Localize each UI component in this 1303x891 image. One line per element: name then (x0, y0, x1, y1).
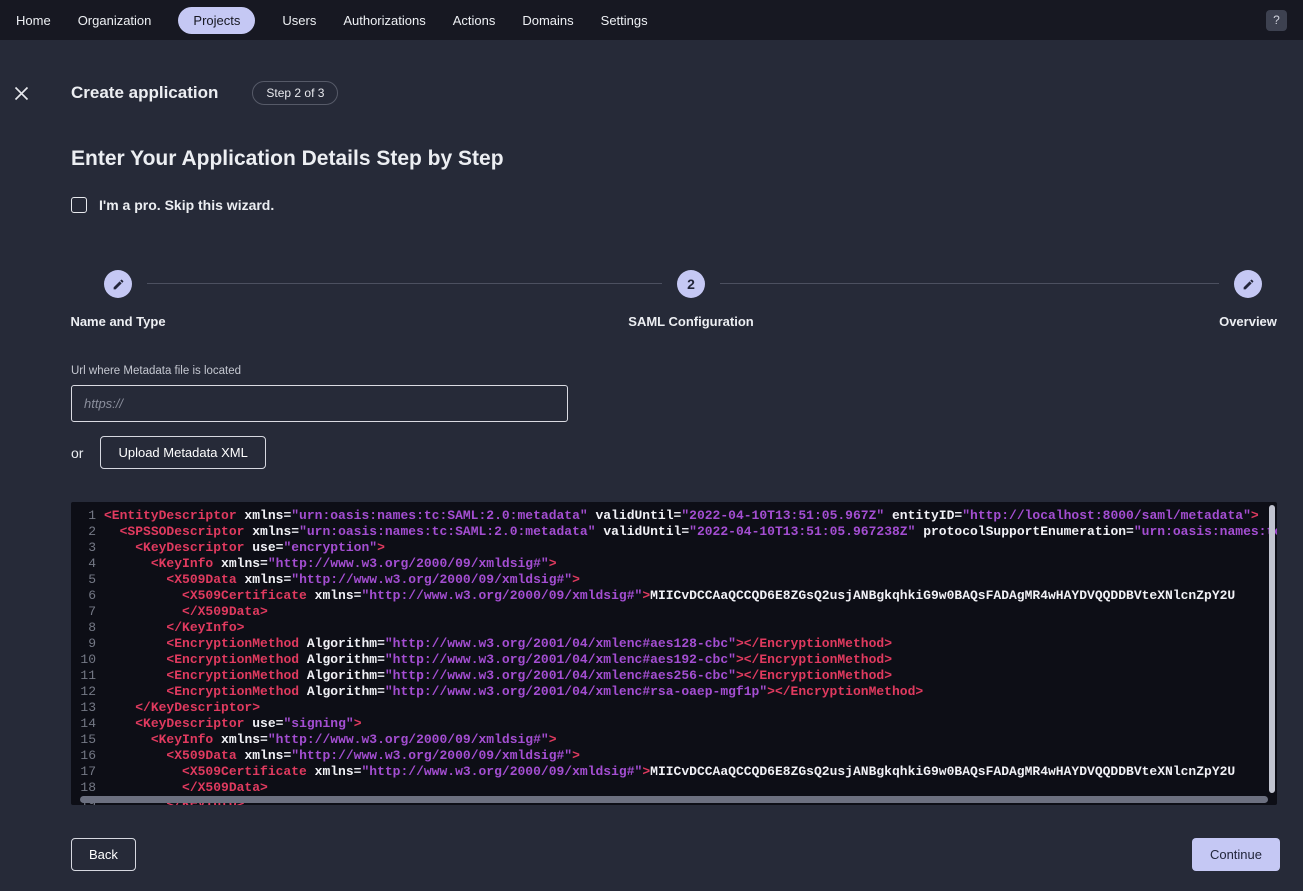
skip-wizard-row: I'm a pro. Skip this wizard. (71, 196, 1280, 213)
nav-item-organization[interactable]: Organization (78, 13, 152, 28)
line-number: 2 (77, 524, 96, 540)
metadata-code-editor[interactable]: 1 <EntityDescriptor xmlns="urn:oasis:name… (71, 502, 1277, 805)
line-content: <EncryptionMethod Algorithm="http://www.… (104, 636, 892, 652)
continue-button[interactable]: Continue (1192, 838, 1280, 871)
wizard-heading: Enter Your Application Details Step by S… (71, 147, 1280, 171)
top-nav: Home Organization Projects Users Authori… (0, 0, 1303, 40)
line-content: <KeyInfo xmlns="http://www.w3.org/2000/0… (104, 732, 557, 748)
step-number: 2 (687, 276, 695, 292)
step-badge: Step 2 of 3 (252, 81, 338, 105)
nav-item-authorizations[interactable]: Authorizations (343, 13, 425, 28)
close-button[interactable] (12, 84, 30, 102)
step-label-saml-configuration: SAML Configuration (628, 314, 753, 329)
line-content: <EncryptionMethod Algorithm="http://www.… (104, 684, 923, 700)
nav-item-settings[interactable]: Settings (601, 13, 648, 28)
line-content: <X509Certificate xmlns="http://www.w3.or… (104, 764, 1235, 780)
line-number: 5 (77, 572, 96, 588)
code-line: 9 <EncryptionMethod Algorithm="http://ww… (77, 636, 1277, 652)
line-number: 4 (77, 556, 96, 572)
line-number: 10 (77, 652, 96, 668)
line-content: <EntityDescriptor xmlns="urn:oasis:names… (104, 508, 1259, 524)
nav-item-domains[interactable]: Domains (522, 13, 573, 28)
code-line: 3 <KeyDescriptor use="encryption"> (77, 540, 1277, 556)
line-number: 16 (77, 748, 96, 764)
line-number: 11 (77, 668, 96, 684)
line-content: </KeyInfo> (104, 620, 244, 636)
line-content: <X509Data xmlns="http://www.w3.org/2000/… (104, 572, 580, 588)
upload-metadata-button[interactable]: Upload Metadata XML (100, 436, 265, 469)
code-line: 16 <X509Data xmlns="http://www.w3.org/20… (77, 748, 1277, 764)
line-content: </X509Data> (104, 604, 268, 620)
stepper-connector (720, 283, 1219, 284)
pencil-icon (112, 278, 125, 291)
close-icon (14, 86, 29, 101)
nav-item-home[interactable]: Home (16, 13, 51, 28)
code-line: 13 </KeyDescriptor> (77, 700, 1277, 716)
skip-wizard-checkbox[interactable] (71, 197, 87, 213)
code-line: 6 <X509Certificate xmlns="http://www.w3.… (77, 588, 1277, 604)
editor-horizontal-scrollbar[interactable] (80, 796, 1268, 803)
line-content: <KeyInfo xmlns="http://www.w3.org/2000/0… (104, 556, 557, 572)
line-content: <KeyDescriptor use="encryption"> (104, 540, 385, 556)
line-number: 13 (77, 700, 96, 716)
line-content: <KeyDescriptor use="signing"> (104, 716, 362, 732)
wizard-page: Create application Step 2 of 3 Enter You… (0, 40, 1303, 871)
or-label: or (71, 445, 83, 461)
code-line: 11 <EncryptionMethod Algorithm="http://w… (77, 668, 1277, 684)
line-content: <EncryptionMethod Algorithm="http://www.… (104, 668, 892, 684)
nav-item-actions[interactable]: Actions (453, 13, 496, 28)
code-line: 1 <EntityDescriptor xmlns="urn:oasis:name… (77, 508, 1277, 524)
stepper-connector (147, 283, 662, 284)
line-number: 12 (77, 684, 96, 700)
step-circle-name-and-type[interactable] (104, 270, 132, 298)
line-content: <X509Data xmlns="http://www.w3.org/2000/… (104, 748, 580, 764)
line-number: 15 (77, 732, 96, 748)
wizard-header: Create application Step 2 of 3 (71, 40, 1280, 105)
line-content: <SPSSODescriptor xmlns="urn:oasis:names:… (104, 524, 1277, 540)
wizard-footer: Back Continue (71, 838, 1280, 871)
line-content: <EncryptionMethod Algorithm="http://www.… (104, 652, 892, 668)
step-label-overview: Overview (1219, 314, 1277, 329)
step-label-name-and-type: Name and Type (70, 314, 165, 329)
line-number: 14 (77, 716, 96, 732)
line-number: 8 (77, 620, 96, 636)
page-title: Create application (71, 83, 218, 103)
code-line: 18 </X509Data> (77, 780, 1277, 796)
or-row: or Upload Metadata XML (71, 436, 1280, 469)
line-content: </KeyDescriptor> (104, 700, 260, 716)
code-line: 4 <KeyInfo xmlns="http://www.w3.org/2000… (77, 556, 1277, 572)
metadata-url-input[interactable] (71, 385, 568, 422)
pencil-icon (1242, 278, 1255, 291)
line-number: 17 (77, 764, 96, 780)
code-line: 8 </KeyInfo> (77, 620, 1277, 636)
line-number: 1 (77, 508, 96, 524)
line-content: </X509Data> (104, 780, 268, 796)
code-line: 7 </X509Data> (77, 604, 1277, 620)
line-number: 3 (77, 540, 96, 556)
code-line: 17 <X509Certificate xmlns="http://www.w3… (77, 764, 1277, 780)
step-circle-saml-configuration[interactable]: 2 (677, 270, 705, 298)
editor-vertical-scrollbar[interactable] (1269, 505, 1275, 793)
line-number: 18 (77, 780, 96, 796)
code-line: 5 <X509Data xmlns="http://www.w3.org/200… (77, 572, 1277, 588)
code-line: 14 <KeyDescriptor use="signing"> (77, 716, 1277, 732)
code-line: 10 <EncryptionMethod Algorithm="http://w… (77, 652, 1277, 668)
line-content: <X509Certificate xmlns="http://www.w3.or… (104, 588, 1235, 604)
code-editor-lines: 1 <EntityDescriptor xmlns="urn:oasis:name… (71, 502, 1277, 805)
help-button[interactable]: ? (1266, 10, 1287, 31)
line-number: 9 (77, 636, 96, 652)
line-number: 7 (77, 604, 96, 620)
back-button[interactable]: Back (71, 838, 136, 871)
code-line: 15 <KeyInfo xmlns="http://www.w3.org/200… (77, 732, 1277, 748)
step-circle-overview[interactable] (1234, 270, 1262, 298)
code-line: 2 <SPSSODescriptor xmlns="urn:oasis:name… (77, 524, 1277, 540)
nav-item-projects[interactable]: Projects (178, 7, 255, 34)
metadata-url-label: Url where Metadata file is located (71, 365, 1280, 378)
line-number: 6 (77, 588, 96, 604)
nav-item-users[interactable]: Users (282, 13, 316, 28)
wizard-stepper: 2 Name and Type SAML Configuration Overv… (71, 270, 1280, 328)
code-line: 12 <EncryptionMethod Algorithm="http://w… (77, 684, 1277, 700)
skip-wizard-label: I'm a pro. Skip this wizard. (99, 197, 274, 213)
